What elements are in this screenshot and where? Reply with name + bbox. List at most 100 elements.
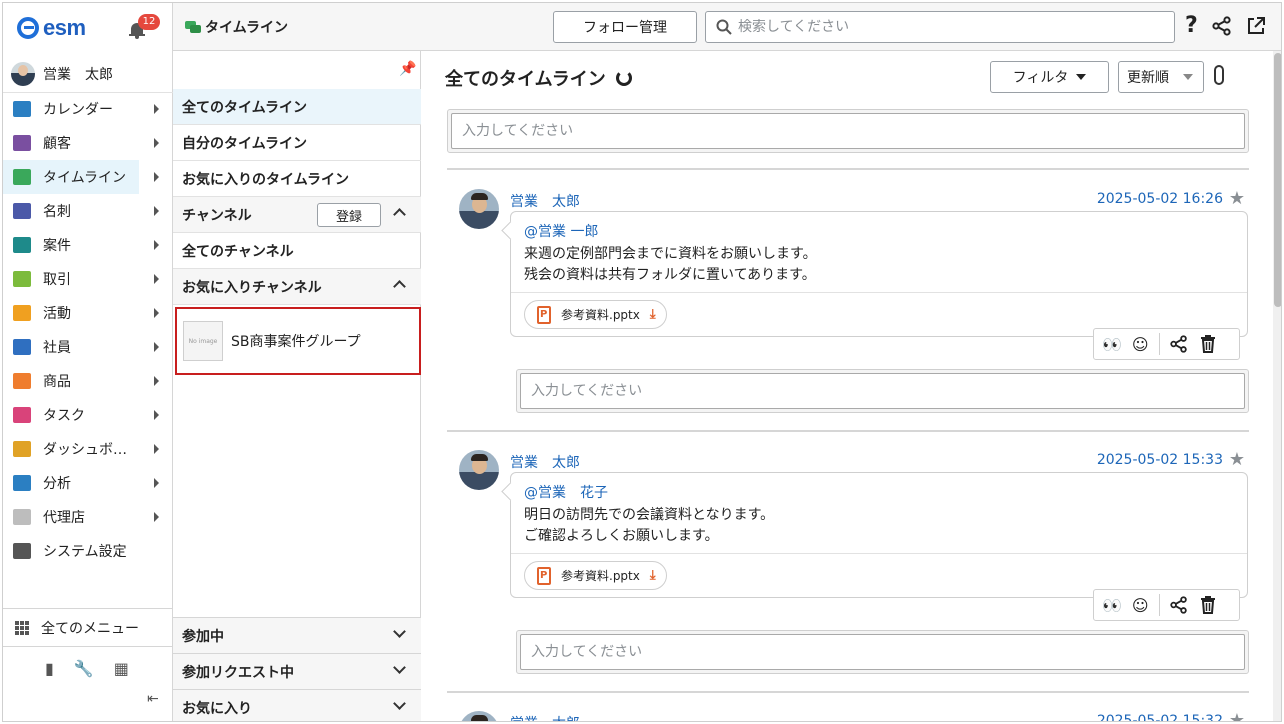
refresh-icon[interactable] <box>615 70 632 86</box>
sidebar-item[interactable]: 取引 <box>3 262 173 296</box>
channel-name: SB商事案件グループ <box>231 334 361 350</box>
group-joined[interactable]: 参加中 <box>173 617 421 653</box>
timeline-all[interactable]: 全てのタイムライン <box>173 89 421 125</box>
sidebar-item[interactable]: 活動 <box>3 296 173 330</box>
star-icon[interactable]: ★ <box>1229 188 1245 209</box>
bookmark-icon[interactable]: ▮ <box>45 659 54 678</box>
post-text-line: 来週の定例部門会までに資料をお願いします。 <box>524 246 817 262</box>
timeline-list-panel: 📌 全てのタイムライン 自分のタイムライン お気に入りのタイムライン チャンネル… <box>173 51 421 721</box>
sidebar-item[interactable]: ダッシュボ… <box>3 432 173 466</box>
collapse-sidebar-icon[interactable]: ⇤ <box>147 691 159 707</box>
group-favorites[interactable]: お気に入り <box>173 689 421 721</box>
sidebar-item[interactable]: 商品 <box>3 364 173 398</box>
download-icon[interactable]: ⤓ <box>650 307 656 322</box>
notification-badge: 12 <box>138 14 160 30</box>
timeline-mine[interactable]: 自分のタイムライン <box>173 125 421 161</box>
top-header: タイムライン フォロー管理 ? <box>173 3 1281 51</box>
avatar[interactable] <box>459 711 499 721</box>
chevron-up-icon[interactable] <box>393 280 406 293</box>
reply-input[interactable] <box>520 373 1245 409</box>
sidebar-item-label: ダッシュボ… <box>43 442 127 458</box>
attachment-chip[interactable]: 参考資料.pptx ⤓ <box>524 561 667 590</box>
timeline-main: 全てのタイムライン フィルタ 更新順 営業 太郎 2025-05-02 16:26… <box>422 51 1273 721</box>
reply-input[interactable] <box>520 634 1245 670</box>
share-icon[interactable] <box>1169 596 1188 614</box>
attachment-chip[interactable]: 参考資料.pptx ⤓ <box>524 300 667 329</box>
box-icon <box>13 373 31 389</box>
chat-icon <box>13 169 31 185</box>
post-date: 2025-05-02 16:26 <box>1096 191 1223 207</box>
sidebar-item[interactable]: 名刺 <box>3 194 173 228</box>
chevron-down-icon <box>393 697 406 710</box>
add-reaction-icon[interactable]: ☺ <box>1132 335 1149 354</box>
chevron-right-icon <box>154 172 159 182</box>
eyes-icon[interactable]: 👀 <box>1102 596 1122 615</box>
sidebar-item-label: 取引 <box>43 272 71 288</box>
eyes-icon[interactable]: 👀 <box>1102 335 1122 354</box>
sort-select[interactable]: 更新順 <box>1118 61 1204 93</box>
all-menu-button[interactable]: 全てのメニュー <box>3 609 173 647</box>
post-author[interactable]: 営業 太郎 <box>510 713 580 721</box>
divider <box>447 691 1249 693</box>
sidebar-item[interactable]: タスク <box>3 398 173 432</box>
logo-text: esm <box>43 15 86 40</box>
chat-icon <box>185 21 201 33</box>
post-mention[interactable]: @営業 花子 <box>524 482 608 502</box>
all-channels[interactable]: 全てのチャンネル <box>173 233 421 269</box>
follow-manage-button[interactable]: フォロー管理 <box>553 11 697 43</box>
pptx-file-icon <box>537 566 551 585</box>
user-name: 営業 太郎 <box>43 66 113 83</box>
esm-logo[interactable]: esm <box>17 15 86 41</box>
search-box <box>705 11 1175 43</box>
channel-item[interactable]: No image SB商事案件グループ <box>175 307 421 375</box>
share-icon[interactable] <box>1212 16 1232 36</box>
external-link-icon[interactable] <box>1246 16 1266 36</box>
user-profile[interactable]: 営業 太郎 <box>3 55 173 93</box>
chevron-down-icon <box>393 661 406 674</box>
avatar <box>11 61 35 86</box>
scrollbar[interactable] <box>1273 51 1281 721</box>
sidebar-item[interactable]: 社員 <box>3 330 173 364</box>
sidebar-item[interactable]: タイムライン <box>3 160 159 194</box>
post-author[interactable]: 営業 太郎 <box>510 452 580 472</box>
avatar[interactable] <box>459 450 499 490</box>
trash-icon[interactable] <box>1200 335 1216 353</box>
filter-button[interactable]: フィルタ <box>990 61 1109 93</box>
scrollbar-thumb[interactable] <box>1274 53 1281 307</box>
help-icon[interactable]: ? <box>1185 15 1198 37</box>
post-mention[interactable]: @営業 一郎 <box>524 221 598 241</box>
filter-label: フィルタ <box>1012 70 1069 86</box>
post-date: 2025-05-02 15:32 <box>1096 713 1223 721</box>
sidebar-item-label: 分析 <box>43 476 71 492</box>
sidebar-item[interactable]: 分析 <box>3 466 173 500</box>
sidebar-item[interactable]: 代理店 <box>3 500 173 534</box>
sidebar-item-label: システム設定 <box>43 544 127 560</box>
trash-icon[interactable] <box>1200 596 1216 614</box>
star-icon[interactable]: ★ <box>1229 710 1245 721</box>
download-icon[interactable]: ⤓ <box>650 568 656 583</box>
divider <box>511 553 1247 554</box>
post-input[interactable] <box>451 113 1245 149</box>
avatar[interactable] <box>459 189 499 229</box>
favorite-channels-header: お気に入りチャンネル <box>173 269 421 305</box>
post-actions: 👀 ☺ <box>1093 328 1240 360</box>
search-input[interactable] <box>738 19 1158 35</box>
post-author[interactable]: 営業 太郎 <box>510 191 580 211</box>
film-icon[interactable]: ▦ <box>114 659 129 678</box>
share-icon[interactable] <box>1169 335 1188 353</box>
all-menu-label: 全てのメニュー <box>41 620 139 637</box>
chevron-right-icon <box>154 478 159 488</box>
sidebar-item[interactable]: 顧客 <box>3 126 173 160</box>
sidebar-item[interactable]: システム設定 <box>3 534 173 568</box>
group-requesting[interactable]: 参加リクエスト中 <box>173 653 421 689</box>
timeline-favorites[interactable]: お気に入りのタイムライン <box>173 161 421 197</box>
paperclip-icon[interactable] <box>1214 65 1224 85</box>
sidebar-item[interactable]: 案件 <box>3 228 173 262</box>
pin-icon[interactable]: 📌 <box>399 61 416 77</box>
chevron-up-icon[interactable] <box>393 208 406 221</box>
register-channel-button[interactable]: 登録 <box>317 203 381 227</box>
sidebar-item[interactable]: カレンダー <box>3 92 173 126</box>
star-icon[interactable]: ★ <box>1229 449 1245 470</box>
add-reaction-icon[interactable]: ☺ <box>1132 596 1149 615</box>
wrench-icon[interactable]: 🔧 <box>74 659 94 678</box>
